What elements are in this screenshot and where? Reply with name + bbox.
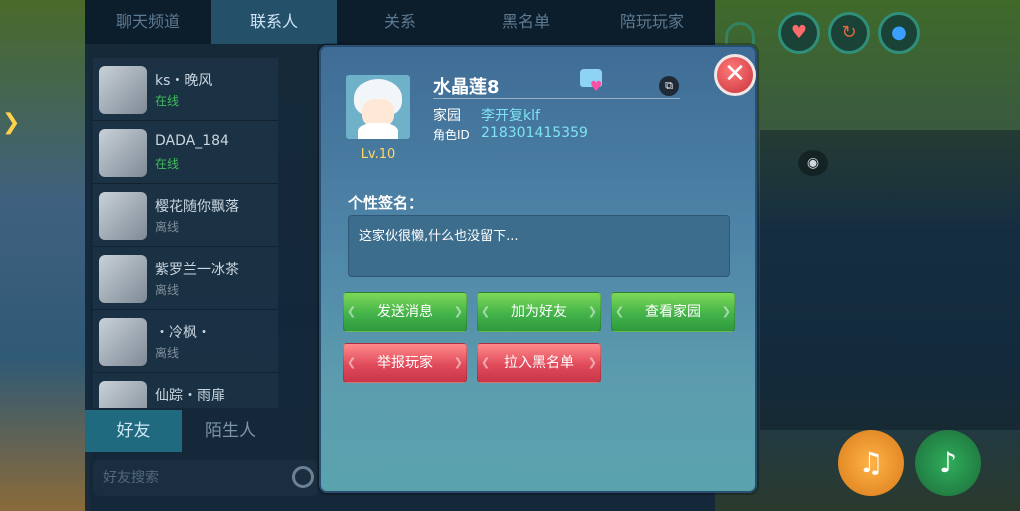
tab-chat-channel[interactable]: 聊天频道 [85, 0, 211, 44]
tab-strangers[interactable]: 陌生人 [182, 410, 279, 452]
chevron-right-icon: ❯ [587, 356, 597, 369]
chevron-left-icon: ❮ [615, 305, 625, 318]
avatar-body [358, 123, 398, 139]
player-profile-dialog: ✕ Lv.10 水晶莲8 ♥ ⧉ 家园 李开复klf 角色ID 21830141… [319, 45, 757, 493]
chevron-left-icon: ❮ [347, 356, 357, 369]
contact-status: 在线 [155, 157, 180, 171]
contact-name: 紫罗兰一冰茶 [155, 262, 239, 278]
chevron-right-icon: ❯ [721, 305, 731, 318]
chevron-left-icon: ❮ [481, 356, 491, 369]
tab-relations[interactable]: 关系 [337, 0, 463, 44]
chevron-right-icon: ❯ [587, 305, 597, 318]
social-tab-bar: 聊天频道 联系人 关系 黑名单 陪玩玩家 [85, 0, 715, 44]
refresh-icon[interactable]: ↻ [828, 12, 870, 54]
avatar [99, 255, 147, 303]
list-item[interactable]: ・冷枫・ 离线 [93, 310, 278, 373]
view-home-button[interactable]: ❮ 查看家园 ❯ [611, 292, 735, 332]
avatar [99, 192, 147, 240]
list-item[interactable]: 紫罗兰一冰茶 离线 [93, 247, 278, 310]
signal-icon [725, 22, 755, 44]
signature-text: 这家伙很懒,什么也没留下... [359, 229, 519, 244]
list-item[interactable]: DADA_184 在线 [93, 121, 278, 184]
signature-title: 个性签名： [348, 194, 424, 212]
divider [433, 98, 680, 99]
chevron-left-icon: ❮ [347, 305, 357, 318]
player-name: 水晶莲8 [433, 77, 500, 98]
contact-status: 离线 [155, 283, 180, 297]
role-id-label: 角色ID [433, 128, 470, 142]
chevron-right-icon: ❯ [453, 356, 463, 369]
tab-friends[interactable]: 好友 [85, 410, 182, 452]
list-item[interactable]: 樱花随你飘落 离线 [93, 184, 278, 247]
avatar [346, 75, 410, 139]
heart-icon: ♥ [590, 79, 603, 95]
contact-status: 离线 [155, 346, 180, 360]
horn-icon[interactable]: ♫ [838, 430, 904, 496]
chevron-left-icon: ❮ [481, 305, 491, 318]
blacklist-label: 拉入黑名单 [504, 355, 574, 371]
expand-arrow-icon[interactable]: ❯ [2, 108, 24, 138]
heart-icon[interactable]: ♥ [778, 12, 820, 54]
contact-status: 离线 [155, 220, 180, 234]
home-value[interactable]: 李开复klf [481, 105, 540, 125]
water-drop-icon[interactable]: ● [878, 12, 920, 54]
add-friend-button[interactable]: ❮ 加为好友 ❯ [477, 292, 601, 332]
chevron-right-icon: ❯ [453, 305, 463, 318]
game-scene-left [0, 0, 90, 511]
avatar [99, 318, 147, 366]
tab-contacts[interactable]: 联系人 [211, 0, 337, 44]
contact-name: ks・晚风 [155, 73, 213, 89]
avatar [99, 66, 147, 114]
home-label: 家园 [433, 108, 461, 124]
game-scene-shadow [760, 130, 1020, 430]
contact-name: DADA_184 [155, 133, 229, 149]
player-level: Lv.10 [360, 147, 396, 162]
close-icon[interactable]: ✕ [714, 54, 756, 96]
search-placeholder: 好友搜索 [103, 470, 159, 486]
avatar [99, 129, 147, 177]
outfit-icon[interactable]: ♥ [578, 69, 608, 95]
search-icon[interactable] [292, 466, 314, 488]
contact-name: 仙踪・雨扉 [155, 388, 225, 404]
add-friend-label: 加为好友 [511, 304, 567, 320]
friend-list-tabs: 好友 陌生人 [85, 410, 280, 452]
tab-companion-players[interactable]: 陪玩玩家 [589, 0, 715, 44]
eye-icon[interactable]: ◉ [798, 150, 828, 176]
list-item[interactable]: 仙踪・雨扉 [93, 373, 278, 408]
view-home-label: 查看家园 [645, 304, 701, 320]
report-player-button[interactable]: ❮ 举报玩家 ❯ [343, 343, 467, 383]
contact-status: 在线 [155, 94, 180, 108]
blacklist-button[interactable]: ❮ 拉入黑名单 ❯ [477, 343, 601, 383]
send-message-label: 发送消息 [377, 304, 433, 320]
contact-list[interactable]: ks・晚风 在线 DADA_184 在线 樱花随你飘落 离线 紫罗兰一冰茶 离线… [93, 58, 278, 408]
send-message-button[interactable]: ❮ 发送消息 ❯ [343, 292, 467, 332]
contact-name: ・冷枫・ [155, 325, 211, 341]
contact-name: 樱花随你飘落 [155, 199, 239, 215]
tab-blacklist[interactable]: 黑名单 [463, 0, 589, 44]
avatar [99, 381, 147, 408]
signature-box: 这家伙很懒,什么也没留下... [348, 215, 730, 277]
role-id-value: 218301415359 [481, 125, 588, 141]
friend-search-input[interactable]: 好友搜索 [93, 460, 318, 496]
copy-icon[interactable]: ⧉ [659, 76, 679, 96]
list-item[interactable]: ks・晚风 在线 [93, 58, 278, 121]
horn-icon[interactable]: ♪ [915, 430, 981, 496]
report-player-label: 举报玩家 [377, 355, 433, 371]
